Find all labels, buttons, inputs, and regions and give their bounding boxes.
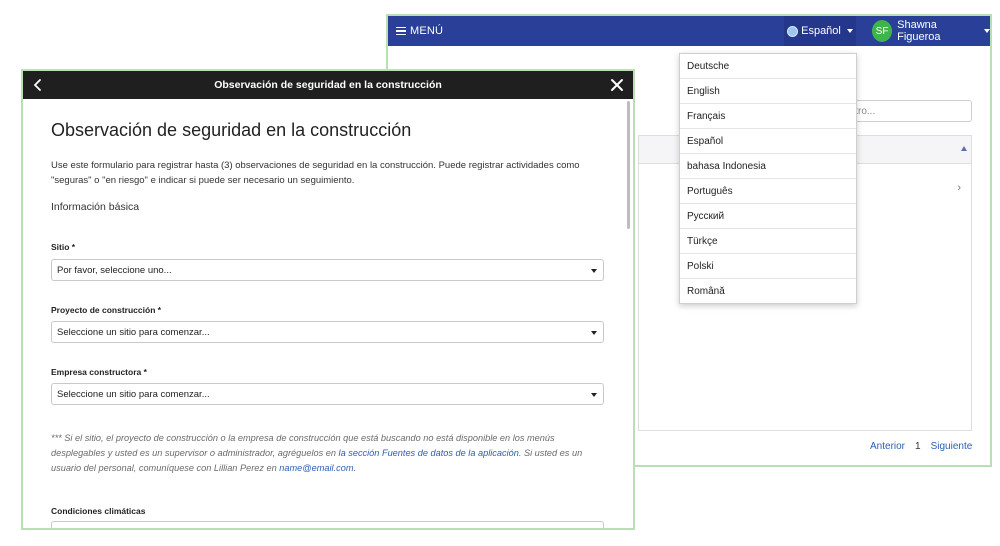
menu-label: MENÚ <box>410 25 444 37</box>
email-link[interactable]: name@email.com <box>279 463 353 473</box>
note-text: . <box>353 463 357 473</box>
dropdown-arrow-icon <box>591 331 597 335</box>
language-option-romana[interactable]: Română <box>680 279 856 304</box>
hamburger-icon <box>396 25 406 38</box>
language-option-polski[interactable]: Polski <box>680 254 856 279</box>
form-intro: Use este formulario para registrar hasta… <box>51 160 580 186</box>
language-option-espanol[interactable]: Español <box>680 129 856 154</box>
project-select[interactable]: Seleccione un sitio para comenzar... <box>51 321 604 343</box>
company-label: Empresa constructora * <box>51 367 147 377</box>
pagination: Anterior 1 Siguiente <box>870 441 972 452</box>
language-option-francais[interactable]: Français <box>680 104 856 129</box>
next-page-link[interactable]: Siguiente <box>931 441 973 452</box>
form-body: Observación de seguridad en la construcc… <box>51 99 607 528</box>
dropdown-arrow-icon <box>591 393 597 397</box>
language-dropdown: Deutsche English Français Español bahasa… <box>679 53 857 304</box>
company-select-value: Seleccione un sitio para comenzar... <box>57 389 210 400</box>
language-label: Español <box>801 25 841 37</box>
user-menu[interactable]: SF Shawna Figueroa <box>872 16 990 46</box>
data-sources-link[interactable]: la sección Fuentes de datos de la aplica… <box>339 448 519 458</box>
dropdown-arrow-icon <box>591 269 597 273</box>
weather-select[interactable] <box>51 521 604 528</box>
site-select[interactable]: Por favor, seleccione uno... <box>51 259 604 281</box>
language-option-deutsche[interactable]: Deutsche <box>680 54 856 79</box>
current-page: 1 <box>915 441 921 452</box>
filter-input[interactable]: ltro... <box>846 100 972 122</box>
language-option-russian[interactable]: Русский <box>680 204 856 229</box>
modal-title: Observación de seguridad en la construcc… <box>214 79 442 91</box>
language-option-turkce[interactable]: Türkçe <box>680 229 856 254</box>
sort-ascending-icon[interactable] <box>961 146 967 151</box>
company-select[interactable]: Seleccione un sitio para comenzar... <box>51 383 604 405</box>
help-note: *** Si el sitio, el proyecto de construc… <box>51 431 606 476</box>
language-option-english[interactable]: English <box>680 79 856 104</box>
weather-label: Condiciones climáticas <box>51 506 146 516</box>
language-button[interactable]: Español <box>784 16 856 46</box>
form-modal: Observación de seguridad en la construcc… <box>21 69 635 530</box>
previous-page-link[interactable]: Anterior <box>870 441 905 452</box>
user-name: Shawna Figueroa <box>897 19 941 43</box>
language-option-indonesia[interactable]: bahasa Indonesia <box>680 154 856 179</box>
chevron-right-icon[interactable]: › <box>957 182 961 194</box>
site-select-value: Por favor, seleccione uno... <box>57 265 172 276</box>
section-basic-info: Información básica <box>51 201 140 213</box>
scrollbar[interactable] <box>627 101 630 229</box>
project-select-value: Seleccione un sitio para comenzar... <box>57 327 210 338</box>
menu-button[interactable]: MENÚ <box>396 16 443 46</box>
form-title: Observación de seguridad en la construcc… <box>51 120 412 140</box>
language-option-portugues[interactable]: Português <box>680 179 856 204</box>
chevron-down-icon <box>846 29 853 33</box>
app-topbar: MENÚ Español SF Shawna Figueroa <box>388 16 990 46</box>
close-icon[interactable] <box>610 78 624 92</box>
globe-icon <box>787 25 799 37</box>
modal-header: Observación de seguridad en la construcc… <box>23 71 633 99</box>
chevron-down-icon <box>984 29 990 33</box>
avatar: SF <box>872 20 893 42</box>
project-label: Proyecto de construcción * <box>51 305 162 315</box>
site-label: Sitio * <box>51 242 76 252</box>
